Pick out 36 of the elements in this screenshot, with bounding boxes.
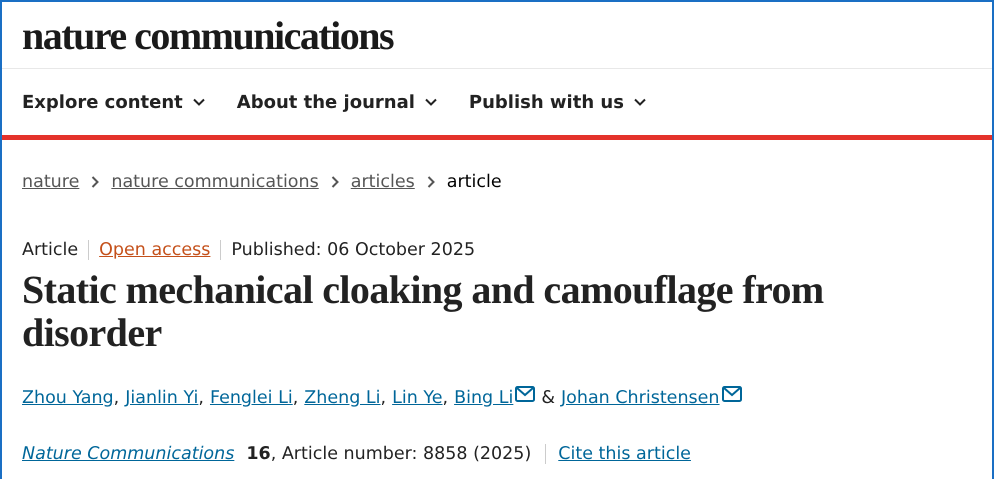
nav-menu-button[interactable]: About the journal [236,92,437,112]
published-date: Published: 06 October 2025 [220,240,486,260]
mail-icon[interactable] [515,386,536,402]
author-link[interactable]: Zheng Li [304,388,381,408]
breadcrumb-link[interactable]: nature communications [111,172,319,192]
chevron-down-icon [192,98,205,106]
breadcrumb-current: article [446,172,502,192]
article-type: Article [22,240,80,260]
author-separator: , [292,388,298,408]
cite-link[interactable]: Cite this article [545,444,691,464]
author-separator: , [442,388,448,408]
article-title: Static mechanical cloaking and camouflage from disorder [22,268,825,354]
author-separator: , [114,388,120,408]
journal-logo[interactable]: nature communications [22,12,394,58]
author-link[interactable]: Bing Li [454,388,514,408]
author-link[interactable]: Fenglei Li [210,388,293,408]
author-link[interactable]: Jianlin Yi [125,388,198,408]
chevron-down-icon [634,98,646,106]
nav-menu-button[interactable]: Explore content [22,92,205,112]
journal-link[interactable]: Nature Communications [22,444,234,464]
breadcrumb-link[interactable]: articles [350,172,415,192]
chevron-right-icon [330,176,339,188]
chevron-right-icon [91,176,100,188]
mail-icon[interactable] [722,386,742,402]
author-link[interactable]: Johan Christensen [561,388,720,408]
author-separator: , [198,388,204,408]
author-link[interactable]: Zhou Yang [22,388,114,408]
citation-details: 16, Article number: 8858 (2025) [246,444,532,464]
breadcrumb-link[interactable]: nature [22,172,80,192]
author-link[interactable]: Lin Ye [392,388,443,408]
author-separator: , [380,388,386,408]
chevron-down-icon [424,98,437,106]
author-separator: & [541,388,555,408]
open-access-link[interactable]: Open access [88,240,220,260]
nav-menu-button[interactable]: Publish with us [468,92,646,112]
chevron-right-icon [426,176,435,188]
